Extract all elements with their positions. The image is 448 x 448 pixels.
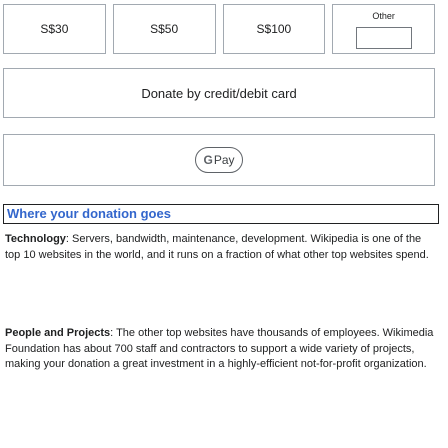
google-g-icon: G (203, 153, 213, 167)
google-pay-icon: G Pay (195, 147, 243, 173)
people-projects-lead: People and Projects (5, 327, 111, 339)
amount-100-button[interactable]: S$100 (222, 4, 326, 54)
google-pay-button[interactable]: G Pay (3, 134, 435, 186)
amount-30-button[interactable]: S$30 (3, 4, 106, 54)
technology-lead: Technology (5, 233, 66, 245)
donate-card-button[interactable]: Donate by credit/debit card (3, 68, 435, 118)
other-amount-label: Other (372, 11, 395, 21)
technology-paragraph: Technology: Servers, bandwidth, maintena… (5, 232, 435, 263)
people-projects-paragraph: People and Projects: The other top websi… (5, 326, 435, 373)
amount-50-button[interactable]: S$50 (112, 4, 216, 54)
donation-section-heading[interactable]: Where your donation goes (3, 204, 439, 224)
other-amount-input[interactable] (355, 27, 412, 49)
amount-other-box[interactable]: Other (332, 4, 435, 54)
google-pay-label: Pay (213, 153, 235, 167)
amount-options: S$30 S$50 S$100 Other (3, 4, 435, 54)
technology-text: : Servers, bandwidth, maintenance, devel… (5, 233, 429, 261)
donate-card-label: Donate by credit/debit card (141, 85, 297, 101)
